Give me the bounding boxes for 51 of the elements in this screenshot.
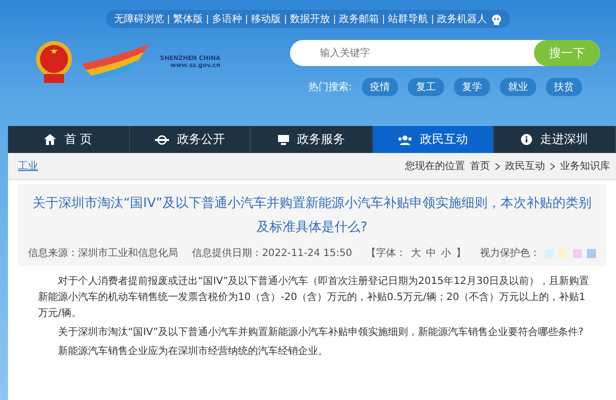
- info-date: 信息提供日期：2022-11-24 15:50: [192, 246, 352, 260]
- nav-tab-label: 政务公开: [176, 131, 225, 148]
- hot-search-tag[interactable]: 就业: [500, 78, 536, 96]
- top-link[interactable]: 移动版: [251, 12, 281, 26]
- hot-search-tag[interactable]: 复工: [408, 78, 444, 96]
- article-title: 关于深圳市淘汰“国IV”及以下普通小汽车并购置新能源小汽车补贴申领实施细则，本次补贴的类别及标准具体是什么?: [31, 194, 593, 237]
- paragraph: 对于个人消费者提前报废或迁出“国IV”及以下普通小汽车（即首次注册登记日期为2015年12月30日及以前），且新购置新能源小汽车的机动车销售统一发票含税价为10（含）-20（含）万元的，补贴0.5万元/辆；20（不含）万元以上的，补贴1万元/辆。: [38, 274, 590, 321]
- top-link[interactable]: 政务机器人: [437, 12, 487, 26]
- chevron-icon: [495, 162, 500, 170]
- top-link[interactable]: 无障碍浏览: [114, 12, 164, 26]
- font-size-link[interactable]: 中: [426, 246, 436, 260]
- breadcrumb-link[interactable]: 首页: [470, 159, 490, 173]
- color-swatch[interactable]: [559, 248, 568, 258]
- color-swatch[interactable]: [587, 248, 596, 258]
- nav-tab-label: 政民互动: [420, 131, 468, 148]
- nav-tab-label: 走进深圳: [540, 131, 588, 148]
- emblem-icon: [34, 40, 74, 84]
- font-size-link[interactable]: 大: [411, 246, 422, 260]
- people-icon: [398, 134, 412, 144]
- info-icon: [521, 134, 532, 145]
- nav-tab-label: 首 页: [64, 131, 92, 148]
- eye-care-label: 视力保护色：: [480, 246, 540, 260]
- bracket: 】: [456, 246, 466, 260]
- top-link[interactable]: 多语种: [212, 12, 242, 26]
- robot-icon[interactable]: [491, 14, 502, 24]
- info-source: 信息来源：深圳市工业和信息化局: [28, 246, 178, 260]
- logo-icon: [82, 44, 152, 80]
- color-swatch[interactable]: [573, 248, 582, 258]
- hot-search-tag[interactable]: 扶贫: [546, 78, 582, 96]
- globe-icon: [154, 134, 169, 144]
- paragraph: 关于深圳市淘汰“国IV”及以下普通小汽车并购置新能源小汽车补贴申领实施细则，新能源汽车销售企业要符合哪些条件?: [57, 326, 584, 340]
- breadcrumb-link[interactable]: 业务知识库: [560, 159, 610, 173]
- hot-search-label: 热门搜索:: [308, 80, 352, 94]
- monitor-icon: [278, 134, 289, 144]
- section-link[interactable]: 工业: [18, 159, 38, 173]
- chevron-icon: [550, 162, 555, 170]
- hot-search-tag[interactable]: 复学: [454, 78, 490, 96]
- top-link[interactable]: 政务邮箱: [339, 12, 379, 26]
- home-icon: [44, 134, 56, 145]
- font-size-link[interactable]: 小: [441, 246, 452, 260]
- top-link[interactable]: 数据开放: [290, 12, 330, 26]
- font-label: 【字体：: [366, 246, 406, 260]
- color-swatch[interactable]: [545, 248, 554, 258]
- paragraph: 新能源汽车销售企业应为在深圳市经营纳统的汽车经销企业。: [57, 344, 329, 359]
- hot-search-tag[interactable]: 疫情: [362, 78, 398, 96]
- nav-tab[interactable]: 政民互动: [372, 126, 494, 153]
- location-label: 您现在的位置: [405, 160, 465, 173]
- nav-tab-label: 政务服务: [296, 131, 345, 148]
- top-link[interactable]: 站群导航: [388, 12, 428, 26]
- breadcrumb-link[interactable]: 政民互动: [505, 159, 545, 173]
- top-link[interactable]: 繁体版: [173, 12, 203, 26]
